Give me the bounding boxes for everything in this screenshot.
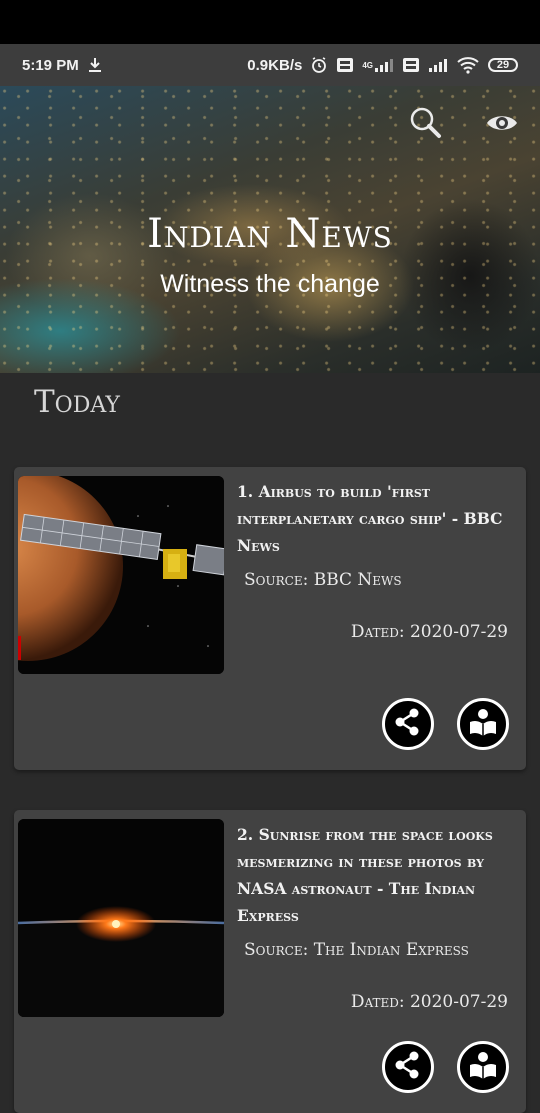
view-toggle-button[interactable]: [485, 110, 519, 141]
alarm-icon: [310, 56, 328, 74]
status-right: 0.9KB/s 4G 29: [247, 56, 518, 74]
battery-indicator: 29: [488, 58, 518, 72]
section-title: Today: [34, 384, 120, 420]
article-thumbnail[interactable]: [18, 819, 224, 1017]
read-button[interactable]: [457, 1041, 509, 1093]
wifi-icon: [456, 56, 480, 74]
article-card[interactable]: 2. Sunrise from the space looks mesmeriz…: [14, 810, 526, 1113]
article-card[interactable]: 1. Airbus to build 'first interplanetary…: [14, 467, 526, 770]
share-icon: [393, 707, 423, 742]
volte-icon-2: [402, 57, 420, 73]
status-bar: 5:19 PM 0.9KB/s 4G 29: [0, 44, 540, 86]
status-left: 5:19 PM: [22, 57, 103, 74]
article-thumbnail[interactable]: [18, 476, 224, 674]
volte-icon: [336, 57, 354, 73]
article-date: Dated: 2020-07-29: [350, 992, 508, 1012]
article-source: Source: The Indian Express: [244, 940, 469, 960]
network-type-label: 4G: [362, 60, 373, 70]
article-source: Source: BBC News: [244, 570, 402, 590]
article-title[interactable]: 1. Airbus to build 'first interplanetary…: [237, 478, 517, 559]
share-icon: [393, 1050, 423, 1085]
header-banner: Indian News Witness the change: [0, 86, 540, 373]
share-button[interactable]: [382, 1041, 434, 1093]
signal-icon-2: [428, 58, 448, 72]
eye-icon: [485, 116, 519, 140]
status-time: 5:19 PM: [22, 56, 79, 74]
share-button[interactable]: [382, 698, 434, 750]
read-button[interactable]: [457, 698, 509, 750]
search-button[interactable]: [409, 106, 443, 145]
download-icon: [87, 57, 103, 73]
signal-icon-1: 4G: [362, 58, 394, 72]
network-speed: 0.9KB/s: [247, 56, 303, 74]
article-date: Dated: 2020-07-29: [350, 622, 508, 642]
app-title: Indian News: [147, 211, 393, 257]
top-black-bar: [0, 0, 540, 44]
reader-icon: [468, 707, 498, 742]
reader-icon: [468, 1050, 498, 1085]
search-icon: [409, 107, 443, 144]
app-subtitle: Witness the change: [160, 270, 380, 298]
article-title[interactable]: 2. Sunrise from the space looks mesmeriz…: [237, 821, 517, 929]
